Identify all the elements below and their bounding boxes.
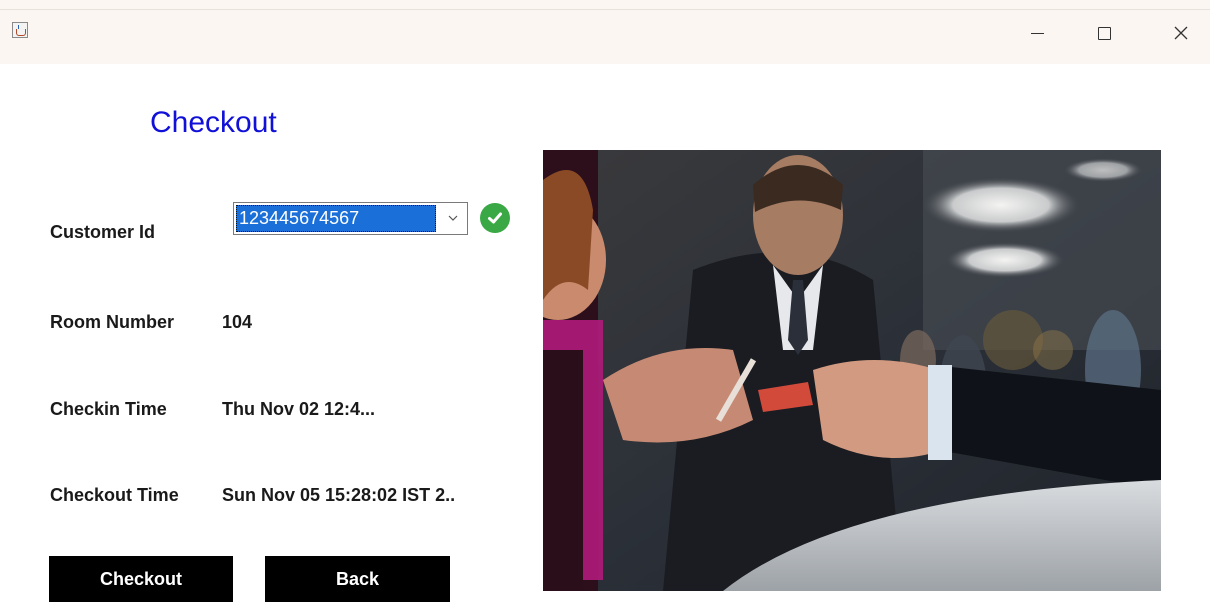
minimize-button[interactable]: [1017, 20, 1057, 46]
title-bar-border: [0, 9, 1210, 10]
customer-id-dropdown[interactable]: 123445674567: [233, 202, 468, 235]
page-title: Checkout: [150, 106, 277, 139]
hotel-payment-photo: [543, 150, 1161, 591]
chevron-down-icon[interactable]: [447, 212, 459, 224]
maximize-button[interactable]: [1084, 20, 1124, 46]
room-number-label: Room Number: [50, 312, 175, 332]
customer-id-selected-value[interactable]: 123445674567: [236, 205, 436, 232]
java-cup-icon[interactable]: [12, 22, 28, 38]
close-button[interactable]: [1161, 20, 1201, 46]
maximize-icon: [1097, 26, 1111, 40]
check-circle-icon: [480, 203, 510, 233]
back-button[interactable]: Back: [265, 556, 450, 602]
checkout-time-value: Sun Nov 05 15:28:02 IST 2..: [222, 485, 456, 505]
customer-id-label: Customer Id: [50, 222, 156, 242]
room-number-value: 104: [222, 312, 253, 332]
title-bar: [0, 0, 1210, 64]
checkout-time-label: Checkout Time: [50, 485, 179, 505]
checkout-button[interactable]: Checkout: [49, 556, 233, 602]
close-icon: [1174, 26, 1188, 40]
checkin-time-value: Thu Nov 02 12:4...: [222, 399, 376, 419]
checkin-time-label: Checkin Time: [50, 399, 167, 419]
minimize-icon: [1030, 32, 1044, 34]
